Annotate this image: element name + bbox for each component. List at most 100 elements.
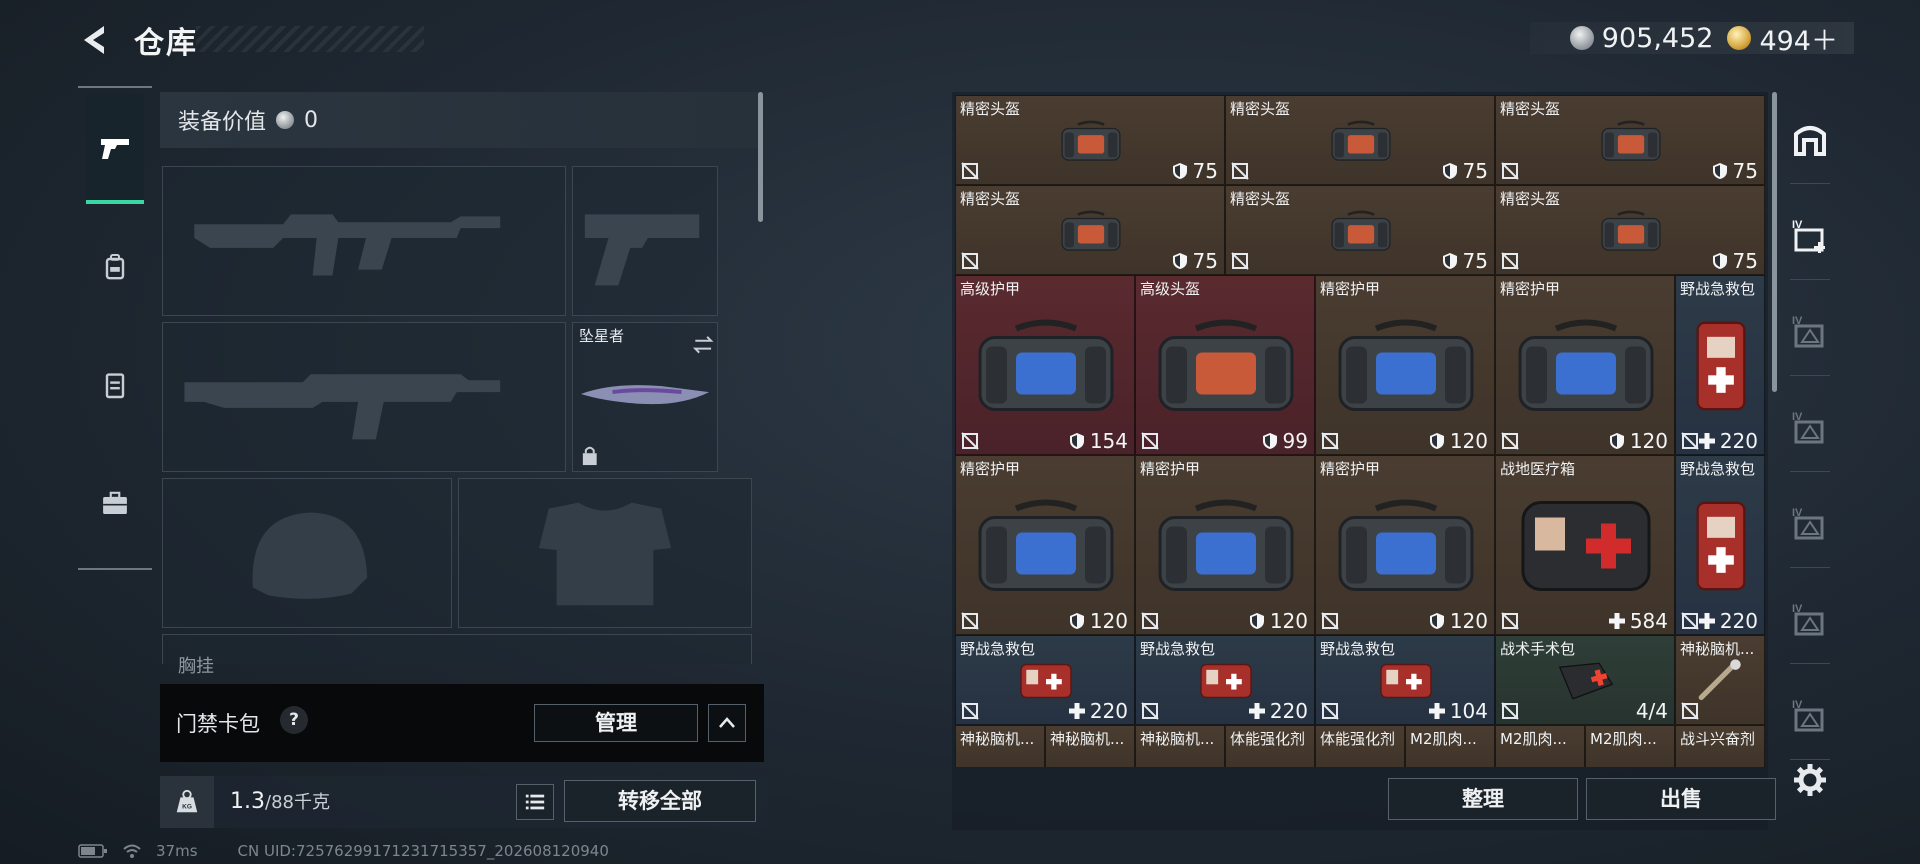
inventory-item[interactable]: 神秘脑机... <box>955 725 1045 767</box>
settings-button[interactable] <box>1792 762 1828 798</box>
item-stat-value: 120 <box>1629 429 1668 453</box>
storage-tab[interactable] <box>1786 116 1834 184</box>
help-icon[interactable]: ? <box>280 706 308 734</box>
inventory-item[interactable]: 精密护甲 120 <box>1135 455 1315 635</box>
inventory-item[interactable]: 野战急救包 104 <box>1315 635 1495 725</box>
keycard-label: 门禁卡包 <box>176 712 260 736</box>
inventory-item[interactable]: 野战急救包 220 <box>955 635 1135 725</box>
tab-weapons[interactable] <box>86 94 144 204</box>
item-stat: 120 <box>1608 429 1668 453</box>
item-stat-value: 120 <box>1449 609 1488 633</box>
storage-tab[interactable]: IV <box>1786 596 1834 664</box>
item-name: M2肌肉... <box>1500 730 1567 748</box>
helmet-bag-icon <box>1331 120 1391 161</box>
equip-value-amount: 0 <box>304 107 319 133</box>
storage-tab[interactable]: IV <box>1786 692 1834 760</box>
medical-kit-icon <box>1521 501 1651 591</box>
inventory-scrollbar[interactable] <box>1772 92 1777 392</box>
storage-iv-2-icon: IV <box>1792 411 1824 444</box>
inventory-item[interactable]: 精密护甲 120 <box>955 455 1135 635</box>
inventory-item[interactable]: 野战急救包 220 <box>1135 635 1315 725</box>
chest-rig-icon <box>105 373 125 399</box>
melee-slot[interactable]: 坠星者 <box>572 322 718 472</box>
inventory-item[interactable]: M2肌肉... <box>1405 725 1495 767</box>
collapse-button[interactable] <box>708 704 746 742</box>
no-trade-icon <box>1501 612 1519 630</box>
item-name: 精密头盔 <box>1500 190 1561 208</box>
no-trade-icon <box>961 162 979 180</box>
tab-chest-rig[interactable] <box>86 356 144 414</box>
primary-weapon-slot[interactable] <box>162 166 566 316</box>
list-view-button[interactable] <box>516 784 554 820</box>
inventory-item[interactable]: 高级护甲 154 <box>955 275 1135 455</box>
no-trade-icon <box>961 612 979 630</box>
shield-icon <box>1262 433 1277 449</box>
inventory-item[interactable]: 精密头盔 75 <box>955 95 1225 185</box>
back-button[interactable] <box>78 22 114 58</box>
inventory-item[interactable]: 神秘脑机... <box>1675 635 1765 725</box>
manage-button[interactable]: 管理 <box>534 704 698 742</box>
inventory-item[interactable]: 神秘脑机... <box>1135 725 1225 767</box>
inventory-item[interactable]: 战术手术包 4/4 <box>1495 635 1675 725</box>
inventory-item[interactable]: 精密护甲 120 <box>1495 275 1675 455</box>
item-name: 神秘脑机... <box>1680 640 1755 658</box>
inventory-item[interactable]: 神秘脑机... <box>1045 725 1135 767</box>
storage-tab[interactable]: IV <box>1786 404 1834 472</box>
gear-icon <box>1794 764 1826 796</box>
inventory-item[interactable]: 精密头盔 75 <box>1225 185 1495 275</box>
item-stat: 75 <box>1711 249 1758 273</box>
inventory-item[interactable]: 精密头盔 75 <box>1495 95 1765 185</box>
storage-tab[interactable]: IV <box>1786 212 1834 280</box>
inventory-item[interactable]: M2肌肉... <box>1495 725 1585 767</box>
inventory-item[interactable]: 体能强化剂 <box>1225 725 1315 767</box>
tab-divider <box>1790 375 1830 376</box>
inventory-item[interactable]: 精密护甲 120 <box>1315 275 1495 455</box>
secondary-weapon-slot[interactable] <box>162 322 566 472</box>
pistol-slot[interactable] <box>572 166 718 316</box>
item-stat-value: 220 <box>1269 699 1308 723</box>
storage-tab[interactable]: IV <box>1786 500 1834 568</box>
sell-button[interactable]: 出售 <box>1586 778 1776 820</box>
tab-backpack[interactable] <box>86 238 144 296</box>
helmet-bag-icon <box>1601 210 1661 251</box>
item-stat: 99 <box>1261 429 1308 453</box>
inventory-item[interactable]: 精密护甲 120 <box>1315 455 1495 635</box>
item-stat-value: 75 <box>1192 249 1218 273</box>
no-trade-icon <box>1681 432 1699 450</box>
item-stat: 154 <box>1068 429 1128 453</box>
loadout-scrollbar[interactable] <box>758 92 763 222</box>
shield-icon <box>1442 253 1457 269</box>
inventory-item[interactable]: 体能强化剂 <box>1315 725 1405 767</box>
transfer-all-button[interactable]: 转移全部 <box>564 780 756 822</box>
inventory-item[interactable]: 精密头盔 75 <box>955 185 1225 275</box>
gold-currency[interactable]: 494＋ <box>1727 19 1838 58</box>
item-name: 精密护甲 <box>1500 280 1561 298</box>
no-trade-icon <box>1231 252 1249 270</box>
inventory-item[interactable]: 战斗兴奋剂 <box>1675 725 1765 767</box>
shield-icon <box>1172 253 1187 269</box>
inventory-item[interactable]: M2肌肉... <box>1585 725 1675 767</box>
tab-medical[interactable] <box>86 474 144 532</box>
list-icon <box>525 794 545 810</box>
item-stat-value: 120 <box>1449 429 1488 453</box>
inventory-item[interactable]: 高级头盔 99 <box>1135 275 1315 455</box>
chest-rig-slot[interactable] <box>162 634 752 664</box>
tab-divider <box>1790 183 1830 184</box>
inventory-item[interactable]: 野战急救包 220 <box>1675 275 1765 455</box>
briefcase-icon <box>103 491 127 515</box>
gold-amount: 494＋ <box>1759 25 1838 57</box>
inventory-item[interactable]: 精密头盔 75 <box>1225 95 1495 185</box>
item-stat-value: 584 <box>1629 609 1668 633</box>
item-name: 野战急救包 <box>1680 460 1756 478</box>
inventory-item[interactable]: 战地医疗箱 584 <box>1495 455 1675 635</box>
armor-slot[interactable] <box>458 478 752 628</box>
svg-text:KG: KG <box>182 804 192 811</box>
storage-tab[interactable]: IV <box>1786 308 1834 376</box>
item-name: 体能强化剂 <box>1230 730 1306 748</box>
no-trade-icon <box>961 702 979 720</box>
inventory-item[interactable]: 野战急救包 220 <box>1675 455 1765 635</box>
helmet-slot[interactable] <box>162 478 452 628</box>
item-stat-value: 154 <box>1089 429 1128 453</box>
sort-button[interactable]: 整理 <box>1388 778 1578 820</box>
inventory-item[interactable]: 精密头盔 75 <box>1495 185 1765 275</box>
